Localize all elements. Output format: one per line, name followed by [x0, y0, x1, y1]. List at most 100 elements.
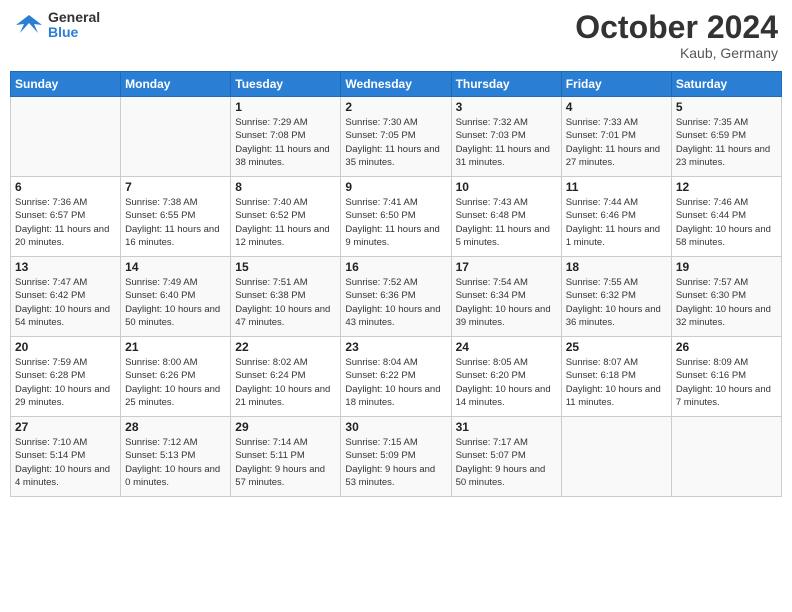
day-number: 16 [345, 260, 446, 274]
calendar-week-row: 27Sunrise: 7:10 AMSunset: 5:14 PMDayligh… [11, 417, 782, 497]
calendar-cell: 6 Sunrise: 7:36 AMSunset: 6:57 PMDaylight… [11, 177, 121, 257]
calendar-cell [121, 97, 231, 177]
day-info: Sunrise: 7:14 AMSunset: 5:11 PMDaylight:… [235, 436, 336, 489]
calendar-cell: 18 Sunrise: 7:55 AMSunset: 6:32 PMDayligh… [561, 257, 671, 337]
day-info: Sunrise: 7:54 AMSunset: 6:34 PMDaylight:… [456, 276, 557, 329]
calendar-cell [561, 417, 671, 497]
day-info: Sunrise: 7:46 AMSunset: 6:44 PMDaylight:… [676, 196, 777, 249]
day-info: Sunrise: 7:36 AMSunset: 6:57 PMDaylight:… [15, 196, 116, 249]
day-info: Sunrise: 7:41 AMSunset: 6:50 PMDaylight:… [345, 196, 446, 249]
calendar-cell: 14Sunrise: 7:49 AMSunset: 6:40 PMDayligh… [121, 257, 231, 337]
day-number: 1 [235, 100, 336, 114]
day-info: Sunrise: 7:49 AMSunset: 6:40 PMDaylight:… [125, 276, 226, 329]
calendar-cell [11, 97, 121, 177]
day-info: Sunrise: 7:32 AMSunset: 7:03 PMDaylight:… [456, 116, 557, 169]
calendar-cell: 27Sunrise: 7:10 AMSunset: 5:14 PMDayligh… [11, 417, 121, 497]
day-info: Sunrise: 7:44 AMSunset: 6:46 PMDaylight:… [566, 196, 667, 249]
calendar-cell: 8 Sunrise: 7:40 AMSunset: 6:52 PMDaylight… [231, 177, 341, 257]
calendar-cell: 16 Sunrise: 7:52 AMSunset: 6:36 PMDayligh… [341, 257, 451, 337]
calendar-cell: 28 Sunrise: 7:12 AMSunset: 5:13 PMDayligh… [121, 417, 231, 497]
day-info: Sunrise: 7:12 AMSunset: 5:13 PMDaylight:… [125, 436, 226, 489]
day-info: Sunrise: 7:59 AMSunset: 6:28 PMDaylight:… [15, 356, 116, 409]
day-info: Sunrise: 7:57 AMSunset: 6:30 PMDaylight:… [676, 276, 777, 329]
day-number: 20 [15, 340, 116, 354]
day-number: 15 [235, 260, 336, 274]
day-number: 2 [345, 100, 446, 114]
calendar-cell [671, 417, 781, 497]
calendar-cell: 17Sunrise: 7:54 AMSunset: 6:34 PMDayligh… [451, 257, 561, 337]
day-info: Sunrise: 7:51 AMSunset: 6:38 PMDaylight:… [235, 276, 336, 329]
day-number: 12 [676, 180, 777, 194]
calendar-table: SundayMondayTuesdayWednesdayThursdayFrid… [10, 71, 782, 497]
day-info: Sunrise: 7:15 AMSunset: 5:09 PMDaylight:… [345, 436, 446, 489]
calendar-cell: 1 Sunrise: 7:29 AMSunset: 7:08 PMDaylight… [231, 97, 341, 177]
calendar-cell: 12 Sunrise: 7:46 AMSunset: 6:44 PMDayligh… [671, 177, 781, 257]
day-number: 5 [676, 100, 777, 114]
day-number: 25 [566, 340, 667, 354]
location-label: Kaub, Germany [575, 45, 778, 61]
day-number: 6 [15, 180, 116, 194]
calendar-cell: 25 Sunrise: 8:07 AMSunset: 6:18 PMDayligh… [561, 337, 671, 417]
day-info: Sunrise: 8:07 AMSunset: 6:18 PMDaylight:… [566, 356, 667, 409]
logo-icon [14, 11, 44, 39]
day-info: Sunrise: 8:00 AMSunset: 6:26 PMDaylight:… [125, 356, 226, 409]
calendar-cell: 23 Sunrise: 8:04 AMSunset: 6:22 PMDayligh… [341, 337, 451, 417]
col-header-sunday: Sunday [11, 72, 121, 97]
day-number: 28 [125, 420, 226, 434]
day-info: Sunrise: 7:47 AMSunset: 6:42 PMDaylight:… [15, 276, 116, 329]
calendar-header-row: SundayMondayTuesdayWednesdayThursdayFrid… [11, 72, 782, 97]
day-info: Sunrise: 7:30 AMSunset: 7:05 PMDaylight:… [345, 116, 446, 169]
day-info: Sunrise: 7:10 AMSunset: 5:14 PMDaylight:… [15, 436, 116, 489]
day-info: Sunrise: 7:29 AMSunset: 7:08 PMDaylight:… [235, 116, 336, 169]
calendar-cell: 10 Sunrise: 7:43 AMSunset: 6:48 PMDayligh… [451, 177, 561, 257]
day-number: 23 [345, 340, 446, 354]
day-info: Sunrise: 7:38 AMSunset: 6:55 PMDaylight:… [125, 196, 226, 249]
day-number: 10 [456, 180, 557, 194]
calendar-cell: 30 Sunrise: 7:15 AMSunset: 5:09 PMDayligh… [341, 417, 451, 497]
day-number: 8 [235, 180, 336, 194]
col-header-tuesday: Tuesday [231, 72, 341, 97]
calendar-week-row: 20 Sunrise: 7:59 AMSunset: 6:28 PMDayligh… [11, 337, 782, 417]
day-number: 7 [125, 180, 226, 194]
day-number: 26 [676, 340, 777, 354]
day-number: 11 [566, 180, 667, 194]
calendar-cell: 11 Sunrise: 7:44 AMSunset: 6:46 PMDayligh… [561, 177, 671, 257]
day-info: Sunrise: 8:05 AMSunset: 6:20 PMDaylight:… [456, 356, 557, 409]
day-info: Sunrise: 7:55 AMSunset: 6:32 PMDaylight:… [566, 276, 667, 329]
col-header-friday: Friday [561, 72, 671, 97]
calendar-cell: 9 Sunrise: 7:41 AMSunset: 6:50 PMDaylight… [341, 177, 451, 257]
day-info: Sunrise: 8:04 AMSunset: 6:22 PMDaylight:… [345, 356, 446, 409]
day-number: 30 [345, 420, 446, 434]
calendar-cell: 29 Sunrise: 7:14 AMSunset: 5:11 PMDayligh… [231, 417, 341, 497]
day-number: 19 [676, 260, 777, 274]
day-info: Sunrise: 7:35 AMSunset: 6:59 PMDaylight:… [676, 116, 777, 169]
day-info: Sunrise: 7:17 AMSunset: 5:07 PMDaylight:… [456, 436, 557, 489]
day-number: 13 [15, 260, 116, 274]
day-number: 21 [125, 340, 226, 354]
calendar-cell: 7 Sunrise: 7:38 AMSunset: 6:55 PMDaylight… [121, 177, 231, 257]
logo-text: General Blue [48, 10, 100, 41]
calendar-cell: 3 Sunrise: 7:32 AMSunset: 7:03 PMDaylight… [451, 97, 561, 177]
day-info: Sunrise: 7:52 AMSunset: 6:36 PMDaylight:… [345, 276, 446, 329]
day-number: 4 [566, 100, 667, 114]
col-header-monday: Monday [121, 72, 231, 97]
day-number: 18 [566, 260, 667, 274]
col-header-wednesday: Wednesday [341, 72, 451, 97]
day-number: 9 [345, 180, 446, 194]
calendar-cell: 24Sunrise: 8:05 AMSunset: 6:20 PMDayligh… [451, 337, 561, 417]
day-number: 22 [235, 340, 336, 354]
day-info: Sunrise: 8:09 AMSunset: 6:16 PMDaylight:… [676, 356, 777, 409]
calendar-cell: 20 Sunrise: 7:59 AMSunset: 6:28 PMDayligh… [11, 337, 121, 417]
calendar-cell: 26 Sunrise: 8:09 AMSunset: 6:16 PMDayligh… [671, 337, 781, 417]
day-number: 29 [235, 420, 336, 434]
calendar-cell: 13 Sunrise: 7:47 AMSunset: 6:42 PMDayligh… [11, 257, 121, 337]
calendar-week-row: 1 Sunrise: 7:29 AMSunset: 7:08 PMDaylight… [11, 97, 782, 177]
logo: General Blue [14, 10, 100, 41]
title-block: October 2024 Kaub, Germany [575, 10, 778, 61]
day-info: Sunrise: 7:43 AMSunset: 6:48 PMDaylight:… [456, 196, 557, 249]
calendar-cell: 31Sunrise: 7:17 AMSunset: 5:07 PMDayligh… [451, 417, 561, 497]
day-info: Sunrise: 7:40 AMSunset: 6:52 PMDaylight:… [235, 196, 336, 249]
col-header-saturday: Saturday [671, 72, 781, 97]
day-number: 3 [456, 100, 557, 114]
calendar-cell: 19 Sunrise: 7:57 AMSunset: 6:30 PMDayligh… [671, 257, 781, 337]
